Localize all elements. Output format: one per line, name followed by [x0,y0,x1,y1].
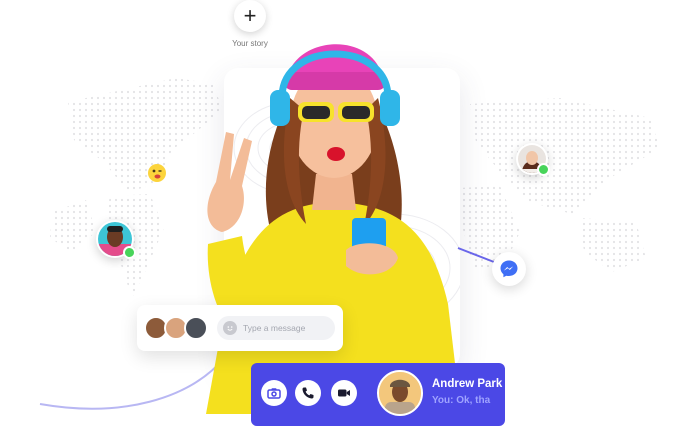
online-status-dot [537,163,550,176]
camera-button[interactable] [261,380,287,406]
contact-avatar-right[interactable] [516,143,550,176]
avatar [184,316,208,340]
group-avatars[interactable] [144,316,212,340]
emoji-smile-icon[interactable] [223,321,237,335]
caller-name: Andrew Park [432,378,503,390]
phone-call-button[interactable] [295,380,321,406]
call-bar: Andrew Park You: Ok, tha [251,363,505,426]
woman-with-headphones-illustration [206,44,461,414]
compose-bar: Type a message [137,305,343,351]
caller-avatar[interactable] [377,370,423,416]
message-input[interactable]: Type a message [217,316,335,340]
camera-icon [267,388,281,399]
contact-avatar-left[interactable] [96,220,136,259]
messenger-icon [500,260,518,278]
last-message-preview: You: Ok, tha [432,395,491,406]
avatar [379,372,421,414]
message-placeholder: Type a message [243,323,306,333]
hero-illustration: + Your story Type a message Andrew Park … [0,0,690,448]
winking-emoji-icon [148,164,166,182]
video-call-button[interactable] [331,380,357,406]
phone-icon [302,387,314,399]
online-status-dot [123,246,136,259]
video-icon [338,389,350,397]
messenger-button[interactable] [492,252,526,286]
